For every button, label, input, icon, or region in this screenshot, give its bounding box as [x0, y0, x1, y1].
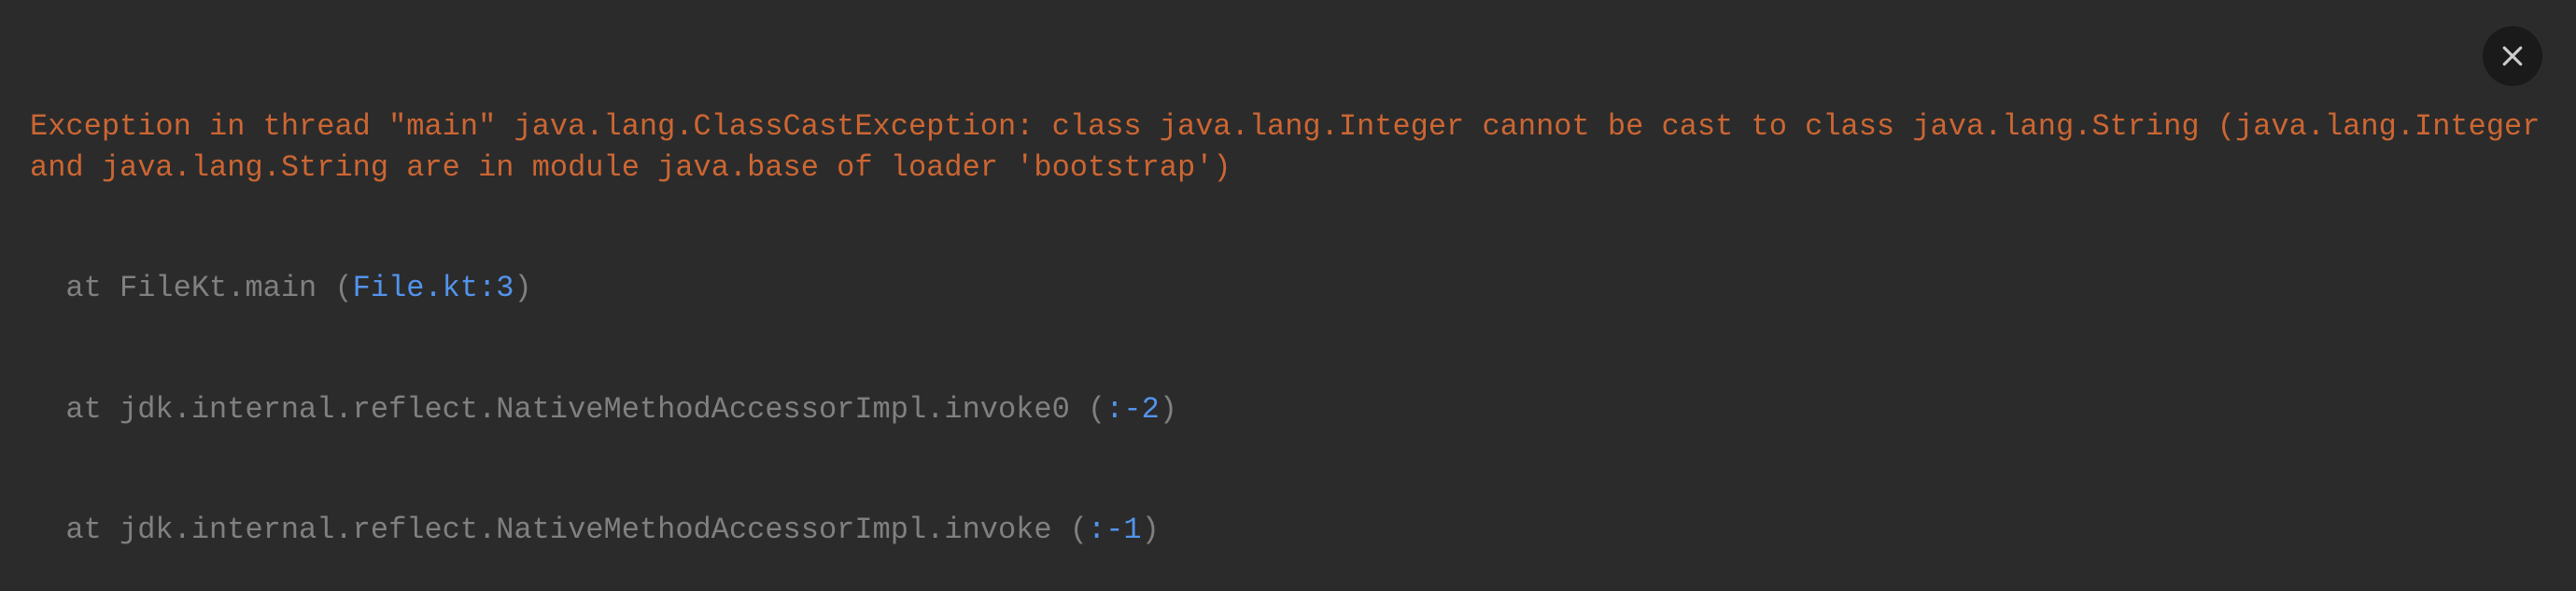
close-icon: [2499, 42, 2527, 70]
paren-open: (: [1070, 513, 1088, 547]
stack-prefix: at jdk.internal.reflect.NativeMethodAcce…: [65, 392, 1088, 427]
stack-trace-line: at FileKt.main (File.kt:3): [30, 268, 2546, 308]
source-link[interactable]: :-2: [1105, 392, 1160, 427]
paren-open: (: [334, 271, 352, 305]
stack-prefix: at FileKt.main: [65, 271, 334, 305]
source-link[interactable]: :-1: [1088, 513, 1142, 547]
console-output: Exception in thread "main" java.lang.Cla…: [30, 26, 2546, 591]
stack-prefix: at jdk.internal.reflect.NativeMethodAcce…: [65, 513, 1069, 547]
stack-trace-line: at jdk.internal.reflect.NativeMethodAcce…: [30, 510, 2546, 550]
source-link[interactable]: File.kt:3: [353, 271, 514, 305]
exception-header: Exception in thread "main" java.lang.Cla…: [30, 106, 2546, 187]
paren-close: ): [1160, 392, 1177, 427]
close-button[interactable]: [2483, 26, 2542, 86]
paren-close: ): [1142, 513, 1160, 547]
paren-open: (: [1088, 392, 1105, 427]
stack-trace-line: at jdk.internal.reflect.NativeMethodAcce…: [30, 389, 2546, 429]
paren-close: ): [514, 271, 531, 305]
